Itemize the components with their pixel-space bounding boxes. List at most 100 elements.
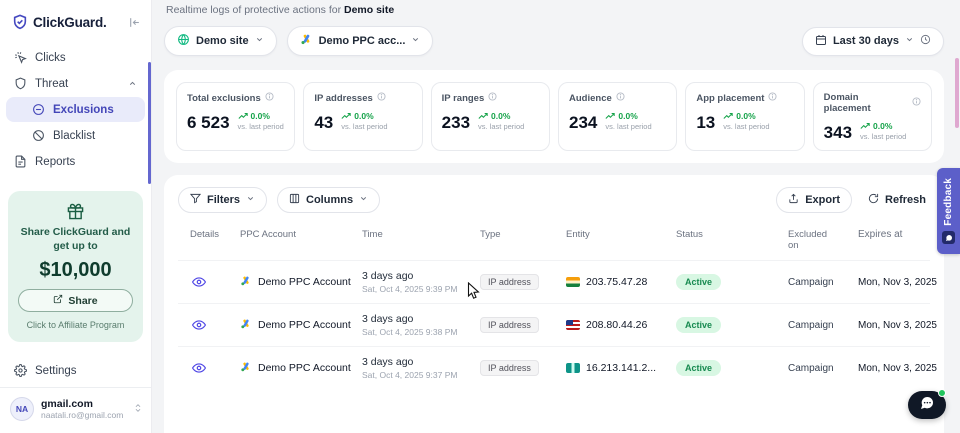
refresh-button[interactable]: Refresh (864, 188, 930, 212)
stat-label: Audience (569, 93, 612, 104)
sidebar-item-threat[interactable]: Threat (6, 71, 145, 96)
affiliate-promo-card: Share ClickGuard and get up to $10,000 S… (8, 191, 143, 342)
columns-button[interactable]: Columns (277, 187, 380, 213)
date-range-selector[interactable]: Last 30 days (802, 27, 944, 56)
info-icon[interactable] (768, 92, 777, 104)
globe-icon (177, 33, 190, 49)
info-icon[interactable] (488, 92, 497, 104)
column-header-status: Status (676, 229, 788, 240)
gift-icon (18, 203, 133, 220)
country-flag-icon (566, 277, 580, 287)
info-icon[interactable] (616, 92, 625, 104)
entity-value: 208.80.44.26 (586, 319, 647, 331)
brand-name: ClickGuard. (33, 15, 123, 30)
exclusion-icon (32, 103, 45, 116)
table-row[interactable]: Demo PPC Account 3 days agoSat, Oct 4, 2… (178, 303, 930, 346)
chevron-up-down-icon (133, 400, 143, 418)
avatar: NA (10, 397, 34, 421)
sidebar-item-label: Clicks (35, 52, 66, 64)
promo-amount: $10,000 (18, 259, 133, 282)
page-title-site: Demo site (344, 4, 394, 16)
chevron-down-icon (905, 35, 914, 47)
stat-label: Domain placement (824, 92, 908, 114)
view-details-icon[interactable] (190, 361, 206, 375)
time-exact: Sat, Oct 4, 2025 9:37 PM (362, 370, 474, 380)
collapse-sidebar-icon[interactable] (128, 16, 141, 29)
user-email: naatali.ro@gmail.com (41, 410, 126, 420)
share-button-label: Share (68, 295, 97, 307)
share-icon (53, 294, 63, 307)
sidebar-item-label: Exclusions (53, 104, 114, 116)
column-header-entity: Entity (566, 229, 676, 240)
click-icon (14, 51, 27, 64)
exclusions-log-table: Filters Columns Export Refresh (164, 175, 944, 433)
page-title-prefix: Realtime logs of protective actions for (166, 4, 344, 16)
stat-value: 6 523 (187, 114, 230, 131)
sidebar-item-clicks[interactable]: Clicks (6, 45, 145, 70)
window-scrollbar[interactable] (955, 58, 959, 128)
filters-button[interactable]: Filters (178, 187, 267, 213)
stats-summary: Total exclusions 6 523 0.0%vs. last peri… (164, 70, 944, 163)
chat-bubble-icon (919, 395, 935, 416)
columns-icon (289, 193, 300, 207)
sidebar-nav: Clicks Threat Exclusions (0, 40, 151, 175)
feedback-tab[interactable]: Feedback (937, 168, 960, 254)
settings-label: Settings (35, 365, 77, 377)
table-row[interactable]: Demo PPC Account 3 days agoSat, Oct 4, 2… (178, 260, 930, 303)
time-relative: 3 days ago (362, 270, 474, 282)
sidebar-item-blacklist[interactable]: Blacklist (6, 123, 145, 148)
stat-compare: vs. last period (605, 122, 651, 131)
stat-compare: vs. last period (860, 132, 906, 141)
stat-audience: Audience 234 0.0%vs. last period (558, 82, 677, 151)
stat-compare: vs. last period (238, 122, 284, 131)
stat-ip-ranges: IP ranges 233 0.0%vs. last period (431, 82, 550, 151)
entity-value: 16.213.141.2... (586, 362, 656, 374)
ban-icon (32, 129, 45, 142)
sidebar-item-reports[interactable]: Reports (6, 149, 145, 174)
feedback-logo-icon (942, 231, 955, 244)
country-flag-icon (566, 363, 580, 373)
view-details-icon[interactable] (190, 275, 206, 289)
info-icon[interactable] (265, 92, 274, 104)
site-selector[interactable]: Demo site (164, 26, 277, 56)
status-badge: Active (676, 360, 721, 376)
sidebar-scrollbar[interactable] (148, 62, 151, 184)
stat-trend-value: 0.0% (618, 111, 637, 121)
table-row[interactable]: Demo PPC Account 3 days agoSat, Oct 4, 2… (178, 346, 930, 389)
affiliate-link[interactable]: Click to Affiliate Program (18, 320, 133, 330)
share-button[interactable]: Share (18, 289, 133, 312)
history-clock-icon[interactable] (920, 34, 931, 48)
chat-launcher-button[interactable] (908, 391, 946, 419)
stat-label: IP ranges (442, 93, 485, 104)
promo-text: Share ClickGuard and get up to (18, 225, 133, 253)
gear-icon (14, 364, 27, 377)
export-button[interactable]: Export (776, 187, 852, 213)
chevron-down-icon (359, 194, 368, 206)
filters-button-label: Filters (207, 194, 240, 206)
ppc-account-name: Demo PPC Account (258, 319, 351, 331)
info-icon[interactable] (377, 92, 386, 104)
country-flag-icon (566, 320, 580, 330)
account-switcher[interactable]: NA gmail.com naatali.ro@gmail.com (0, 387, 151, 433)
page-title: Realtime logs of protective actions for … (166, 4, 944, 16)
info-icon[interactable] (912, 97, 921, 109)
sidebar-item-exclusions[interactable]: Exclusions (6, 97, 145, 122)
ppc-account-selector[interactable]: Demo PPC acc... (287, 26, 434, 56)
sidebar-item-label: Threat (35, 78, 68, 90)
table-toolbar: Filters Columns Export Refresh (178, 187, 930, 213)
sidebar-item-settings[interactable]: Settings (0, 356, 151, 387)
status-badge: Active (676, 274, 721, 290)
stat-trend-value: 0.0% (354, 111, 373, 121)
view-details-icon[interactable] (190, 318, 206, 332)
status-badge: Active (676, 317, 721, 333)
type-badge: IP address (480, 317, 539, 333)
time-relative: 3 days ago (362, 356, 474, 368)
column-header-details: Details (190, 229, 240, 240)
expires-at-value: Mon, Nov 3, 2025 (846, 363, 943, 374)
logo-row: ClickGuard. (0, 0, 151, 40)
site-selector-value: Demo site (196, 35, 249, 47)
refresh-button-label: Refresh (885, 194, 926, 206)
online-status-dot (938, 389, 946, 397)
expires-at-value: Mon, Nov 3, 2025 (846, 320, 943, 331)
stat-value: 233 (442, 114, 470, 131)
